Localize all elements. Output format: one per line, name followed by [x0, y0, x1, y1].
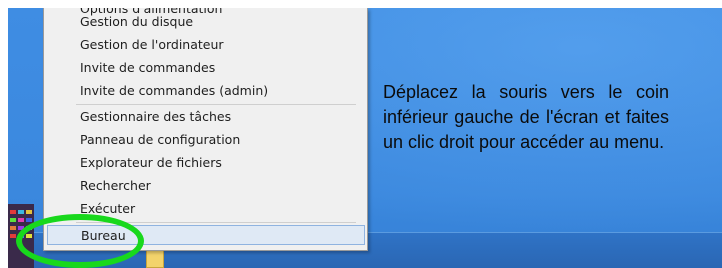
- menu-item-computer-management[interactable]: Gestion de l'ordinateur: [80, 35, 224, 55]
- menu-item-task-manager[interactable]: Gestionnaire des tâches: [80, 107, 231, 127]
- menu-item-command-prompt-admin[interactable]: Invite de commandes (admin): [80, 81, 268, 101]
- menu-item-control-panel[interactable]: Panneau de configuration: [80, 130, 240, 150]
- menu-item-command-prompt[interactable]: Invite de commandes: [80, 58, 215, 78]
- green-highlight-ring: [16, 214, 144, 268]
- menu-separator: [76, 104, 356, 105]
- menu-item-search[interactable]: Rechercher: [80, 176, 151, 196]
- instruction-caption: Déplacez la souris vers le coin inférieu…: [383, 82, 669, 152]
- menu-item-file-explorer[interactable]: Explorateur de fichiers: [80, 153, 222, 173]
- screenshot-frame: Options d'alimentation Gestion du disque…: [0, 0, 722, 268]
- menu-item-disk-management[interactable]: Gestion du disque: [80, 12, 193, 32]
- taskbar-folder-icon[interactable]: [146, 248, 164, 268]
